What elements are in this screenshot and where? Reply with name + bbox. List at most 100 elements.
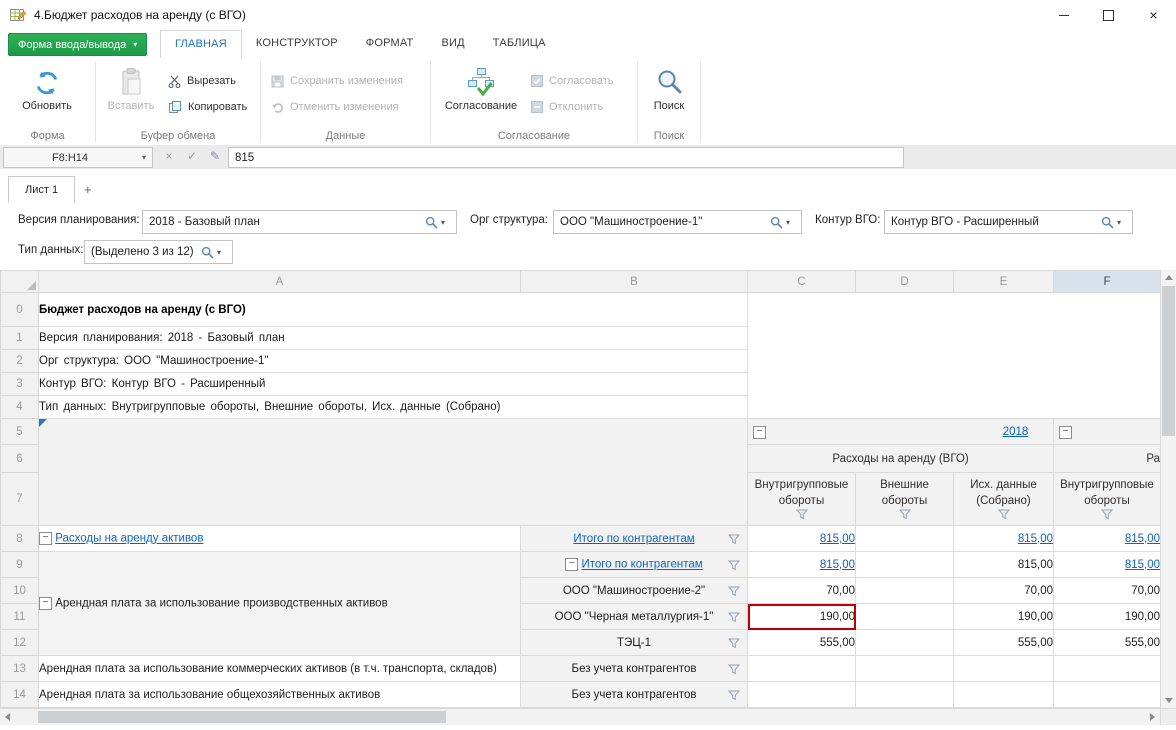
row-header-4[interactable]: 4 [1,396,39,419]
cell-f11[interactable]: 190,00 [1054,604,1161,630]
row-group-link[interactable]: Расходы на аренду активов [55,533,203,545]
year-header-cell-f[interactable]: − [1054,419,1161,445]
filter-funnel-icon[interactable] [899,509,911,520]
cell-a14[interactable]: Арендная плата за использование общехозя… [39,682,521,708]
scroll-up-icon[interactable] [1165,275,1173,280]
contour-combobox[interactable]: Контур ВГО - Расширенный ▾ [884,210,1133,234]
scroll-down-icon[interactable] [1165,698,1173,703]
measure-group-header-clipped[interactable]: Ра [1054,445,1161,473]
cell-b12[interactable]: ТЭЦ-1 [521,630,748,656]
cell-b9[interactable]: − Итого по контрагентам [521,552,748,578]
chevron-down-icon[interactable]: ▾ [1117,218,1132,227]
approval-button[interactable]: Согласование [439,61,523,112]
copy-button[interactable]: Копировать [168,96,247,118]
cell-c8[interactable]: 815,00 [748,526,856,552]
cell-e8[interactable]: 815,00 [954,526,1054,552]
cell-c14[interactable] [748,682,856,708]
row-header-10[interactable]: 10 [1,578,39,604]
value-link[interactable]: 815,00 [1125,533,1160,545]
cell-d9[interactable] [856,552,954,578]
maximize-button[interactable] [1086,0,1131,30]
collapse-icon[interactable]: − [39,597,52,610]
select-all-corner[interactable] [1,271,39,293]
cell-reference-box[interactable]: F8:H14 ▾ [3,147,153,168]
info-datatype-cell[interactable]: Тип данных: Внутригрупповые обороты, Вне… [39,396,748,419]
column-header-b[interactable]: B [521,271,748,293]
cell-c11-selected[interactable]: 190,00 [748,604,856,630]
filter-funnel-icon[interactable] [728,534,740,545]
save-changes-button[interactable]: Сохранить изменения [271,70,403,92]
reject-button[interactable]: Отклонить [531,96,603,118]
datatype-combobox[interactable]: (Выделено 3 из 12) ▾ [84,240,233,264]
collapse-icon[interactable]: − [39,532,52,545]
row-header-1[interactable]: 1 [1,327,39,350]
cell-a13[interactable]: Арендная плата за использование коммерче… [39,656,521,682]
filter-funnel-icon[interactable] [728,690,740,701]
collapse-icon[interactable]: − [753,426,766,439]
value-link[interactable]: 815,00 [1125,559,1160,571]
cell-d13[interactable] [856,656,954,682]
cell-f10[interactable]: 70,00 [1054,578,1161,604]
horizontal-scrollbar[interactable] [0,708,1160,725]
measure-group-header[interactable]: Расходы на аренду (ВГО) [748,445,1054,473]
empty-cell[interactable] [748,327,1161,350]
year-link[interactable]: 2018 [1003,426,1029,438]
close-button[interactable]: × [1131,0,1176,30]
cell-a9-group[interactable]: − Арендная плата за использование произв… [39,552,521,656]
cancel-changes-button[interactable]: Отменить изменения [271,96,399,118]
empty-cell[interactable] [748,350,1161,373]
tab-vid[interactable]: ВИД [427,30,478,58]
add-sheet-button[interactable]: + [84,182,92,197]
sheet-tab-list1[interactable]: Лист 1 [8,176,75,203]
row-header-7[interactable]: 7 [1,473,39,526]
cell-e12[interactable]: 555,00 [954,630,1054,656]
minimize-button[interactable] [1041,0,1086,30]
cell-d14[interactable] [856,682,954,708]
value-link[interactable]: 815,00 [820,533,855,545]
cell-c13[interactable] [748,656,856,682]
vertical-scrollbar[interactable] [1160,270,1176,708]
empty-cell[interactable] [748,373,1161,396]
refresh-button[interactable]: Обновить [11,61,83,112]
cell-f13[interactable] [1054,656,1161,682]
cell-d10[interactable] [856,578,954,604]
tab-glavnaya[interactable]: ГЛАВНАЯ [160,30,242,59]
cell-f12[interactable]: 555,00 [1054,630,1161,656]
filter-funnel-icon[interactable] [728,664,740,675]
column-header-f[interactable]: F [1054,271,1161,293]
filter-funnel-icon[interactable] [998,509,1010,520]
cell-b10[interactable]: ООО "Машиностроение-2" [521,578,748,604]
header-corner-cell[interactable] [39,419,748,526]
scroll-right-icon[interactable] [1150,713,1155,721]
cancel-entry-icon[interactable]: × [160,149,178,163]
formula-input[interactable]: 815 [228,147,904,168]
tab-tablitsa[interactable]: ТАБЛИЦА [479,30,560,58]
approve-button[interactable]: Согласовать [531,70,613,92]
cell-c10[interactable]: 70,00 [748,578,856,604]
chevron-down-icon[interactable]: ▾ [217,248,232,257]
row-header-14[interactable]: 14 [1,682,39,708]
col-header-intragroup[interactable]: Внутригрупповые обороты [748,473,856,526]
col-header-intragroup-f[interactable]: Внутригрупповые обороты [1054,473,1161,526]
search-icon[interactable] [766,216,786,229]
cell-b8[interactable]: Итого по контрагентам [521,526,748,552]
cell-e14[interactable] [954,682,1054,708]
info-version-cell[interactable]: Версия планирования: 2018 - Базовый план [39,327,748,350]
cell-c9[interactable]: 815,00 [748,552,856,578]
cell-b11[interactable]: ООО "Черная металлургия-1" [521,604,748,630]
filter-funnel-icon[interactable] [728,560,740,571]
row-header-9[interactable]: 9 [1,552,39,578]
cell-f8[interactable]: 815,00 [1054,526,1161,552]
cell-e13[interactable] [954,656,1054,682]
row-header-12[interactable]: 12 [1,630,39,656]
value-link[interactable]: 815,00 [820,559,855,571]
column-header-a[interactable]: A [39,271,521,293]
row-header-11[interactable]: 11 [1,604,39,630]
cell-c12[interactable]: 555,00 [748,630,856,656]
cell-e9[interactable]: 815,00 [954,552,1054,578]
row-header-0[interactable]: 0 [1,293,39,327]
paste-button[interactable]: Вставить [100,61,162,112]
cell-f9[interactable]: 815,00 [1054,552,1161,578]
cell-f14[interactable] [1054,682,1161,708]
vertical-scrollbar-thumb[interactable] [1162,286,1175,436]
